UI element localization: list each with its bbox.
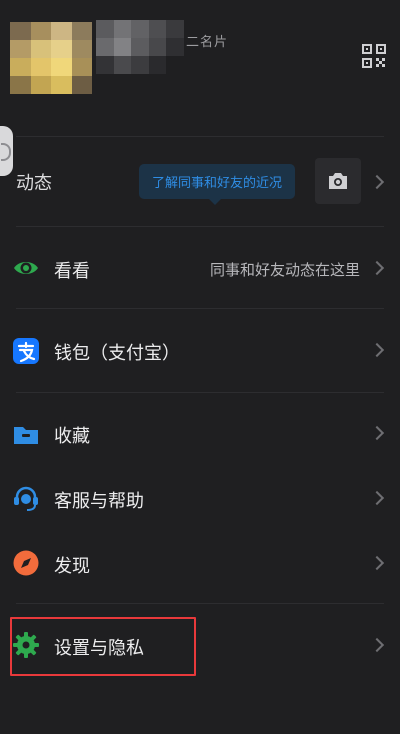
dynamic-label: 动态 [16,173,52,194]
highlight-box [10,617,196,676]
menu-item-label: 客服与帮助 [54,491,144,512]
camera-icon [329,173,347,189]
headset-icon [14,486,38,511]
menu-item-label: 钱包（支付宝） [54,343,180,364]
dynamic-row[interactable]: 动态 了解同事和好友的近况 [0,138,400,226]
divider [16,226,384,227]
menu-item-hint: 同事和好友动态在这里 [209,261,360,279]
menu-item-label: 看看 [54,261,90,282]
menu-item-label: 发现 [54,556,90,577]
menu-screen: 二名片 动态 了解同事和好友的近况 看看 同事和好友动态在这里 钱包（支付宝） … [0,0,400,734]
eye-icon [14,262,38,274]
dynamic-tooltip[interactable]: 了解同事和好友的近况 [139,164,295,205]
alipay-icon [13,338,39,364]
menu-item-label: 收藏 [54,426,90,447]
chevron-right-icon [369,555,385,571]
avatar[interactable] [10,22,92,94]
menu-item-favorites[interactable]: 收藏 [0,394,400,470]
divider [16,392,384,393]
compass-icon [13,550,39,576]
chevron-right-icon [369,174,385,190]
chevron-right-icon [369,637,385,653]
divider [16,603,384,604]
chevron-right-icon [369,490,385,506]
profile-name-tail: 二名片 [186,35,229,50]
qr-code-icon[interactable] [362,44,386,68]
profile-header[interactable]: 二名片 [0,0,400,136]
menu-item-watch[interactable]: 看看 同事和好友动态在这里 [0,228,400,308]
chevron-right-icon [369,260,385,276]
folder-icon [14,427,38,444]
chevron-right-icon [369,342,385,358]
camera-button[interactable] [315,158,361,204]
menu-item-discover[interactable]: 发现 [0,532,400,598]
divider [16,136,384,137]
profile-name-blurred [96,20,184,74]
divider [16,308,384,309]
chevron-right-icon [369,425,385,441]
menu-item-support[interactable]: 客服与帮助 [0,470,400,532]
menu-item-wallet[interactable]: 钱包（支付宝） [0,310,400,392]
